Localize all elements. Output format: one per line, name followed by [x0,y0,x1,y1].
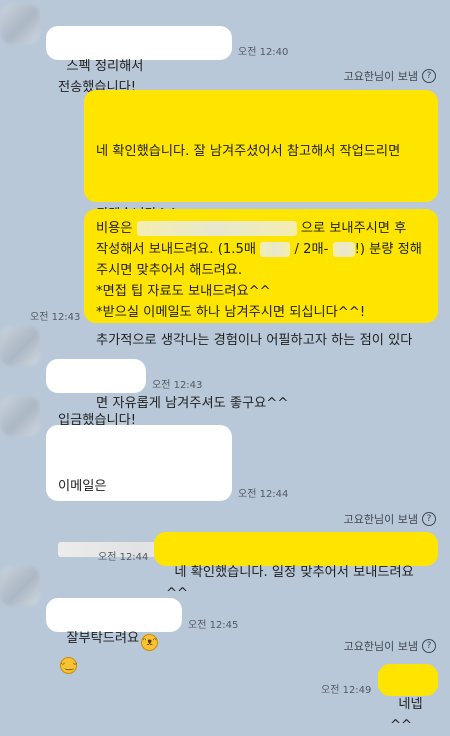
outgoing-message-bubble[interactable]: 네 확인했습니다. 일정 맞추어서 보내드려요^^ [154,532,438,601]
message-line: 면 자유롭게 남겨주셔도 좋구요^^ [96,396,289,411]
message-line: 주시면 맞추어서 해드려요. [96,263,243,278]
sender-label: 고요한님이 보냄 ? [344,638,436,654]
message-time: 오전 12:44 [238,489,289,500]
message-time: 오전 12:43 [30,312,81,323]
incoming-message-bubble[interactable]: 입금했습니다! [46,359,146,428]
text-segment: 으로 보내주시면 후 [300,221,407,236]
sender-label: 고요한님이 보냄 ? [344,68,436,84]
message-line: 작성해서 보내드려요. (1.5매 / 2매- !) 분량 정해 [96,239,426,260]
incoming-message-bubble[interactable]: 이메일은 입니다! [46,425,232,620]
sender-label: 고요한님이 보냄 ? [344,511,436,527]
grinning-face-icon: ᵔᴥᵔ [141,634,159,651]
text-segment: 비용은 [96,221,133,236]
outgoing-message-bubble[interactable]: 비용은 으로 보내주시면 후 작성해서 보내드려요. (1.5매 / 2매- !… [84,209,438,323]
message-text: 네넵^^ [390,697,423,733]
sender-name: 고요한님이 보냄 [343,70,418,83]
avatar[interactable] [0,4,40,44]
smiling-face-icon: ᵕ‿ᵕ [60,657,77,674]
question-circle-icon[interactable]: ? [422,639,436,653]
message-time: 오전 12:45 [188,620,239,631]
avatar[interactable] [0,566,40,606]
redacted-text [136,220,297,236]
message-time: 오전 12:44 [98,552,149,563]
avatar[interactable] [0,396,40,436]
incoming-message-bubble[interactable]: 잘부탁드려요 ᵔᴥᵔ ᵕ‿ᵕ [46,598,182,674]
sender-name: 고요한님이 보냄 [343,513,418,526]
message-time: 오전 12:40 [238,47,289,58]
text-segment: !) 분량 정해 [354,242,422,257]
outgoing-message-bubble[interactable]: 네넵^^ [378,664,438,733]
message-line: *받으실 이메일도 하나 남겨주시면 되십니다^^! [96,305,366,320]
incoming-message-bubble[interactable]: 스펙 정리해서 전송했습니다! [46,26,232,95]
message-time: 오전 12:49 [321,685,372,696]
text-segment: 작성해서 보내드려요. (1.5매 [96,242,257,257]
avatar[interactable] [0,326,40,366]
text-segment: / 2매- [294,242,329,257]
message-line: 네 확인했습니다. 잘 남겨주셨어서 참고해서 작업드리면 [96,144,401,159]
message-line: 비용은 으로 보내주시면 후 [96,218,426,239]
message-line: 추가적으로 생각나는 경험이나 어필하고자 하는 점이 있다 [96,333,413,348]
question-circle-icon[interactable]: ? [422,69,436,83]
message-text: 잘부탁드려요 [66,631,140,646]
question-circle-icon[interactable]: ? [422,512,436,526]
message-time: 오전 12:43 [152,380,203,391]
sender-name: 고요한님이 보냄 [343,640,418,653]
redacted-text [260,241,291,257]
outgoing-message-bubble[interactable]: 네 확인했습니다. 잘 남겨주셨어서 참고해서 작업드리면 되겠습니다^^ 추가… [84,90,438,411]
redacted-text [332,241,355,257]
message-line: 이메일은 [58,479,107,494]
message-line: *면접 팁 자료도 보내드려요^^ [96,284,271,299]
